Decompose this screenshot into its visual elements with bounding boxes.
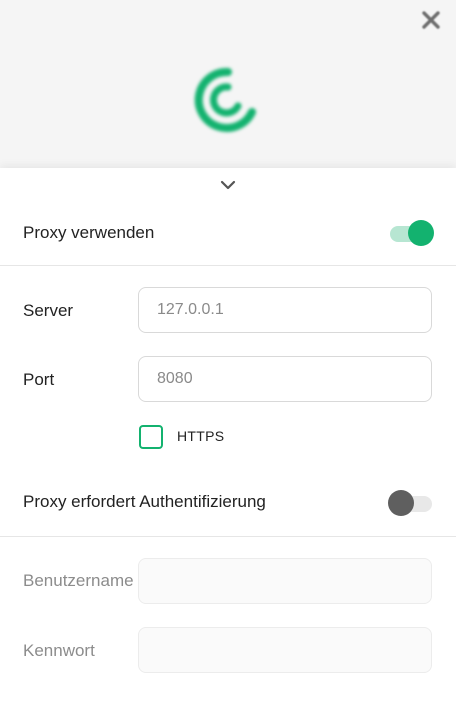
use-proxy-toggle[interactable] <box>388 220 434 246</box>
close-icon <box>422 11 440 29</box>
auth-toggle-knob <box>388 490 414 516</box>
username-input[interactable] <box>138 558 432 604</box>
use-proxy-label: Proxy verwenden <box>23 223 155 242</box>
divider <box>0 265 456 266</box>
https-label: HTTPS <box>177 428 225 444</box>
auth-required-toggle[interactable] <box>388 490 434 516</box>
header-area <box>0 0 456 168</box>
https-checkbox[interactable] <box>139 425 163 449</box>
logo-icon <box>194 67 256 132</box>
server-label: Server <box>23 301 74 320</box>
collapse-button[interactable] <box>216 176 240 194</box>
port-input[interactable] <box>138 356 432 402</box>
port-label: Port <box>23 370 55 389</box>
divider <box>0 536 456 537</box>
password-label: Kennwort <box>23 641 95 660</box>
auth-required-label: Proxy erfordert Authentifizierung <box>23 492 266 511</box>
password-input[interactable] <box>138 627 432 673</box>
close-button[interactable] <box>418 7 444 33</box>
username-label: Benutzername <box>23 571 134 590</box>
use-proxy-toggle-knob <box>408 220 434 246</box>
server-input[interactable] <box>138 287 432 333</box>
proxy-settings-sheet: Proxy verwenden Server Port HTTPS Proxy … <box>0 168 456 709</box>
app-logo <box>192 64 264 136</box>
chevron-down-icon <box>220 180 236 190</box>
